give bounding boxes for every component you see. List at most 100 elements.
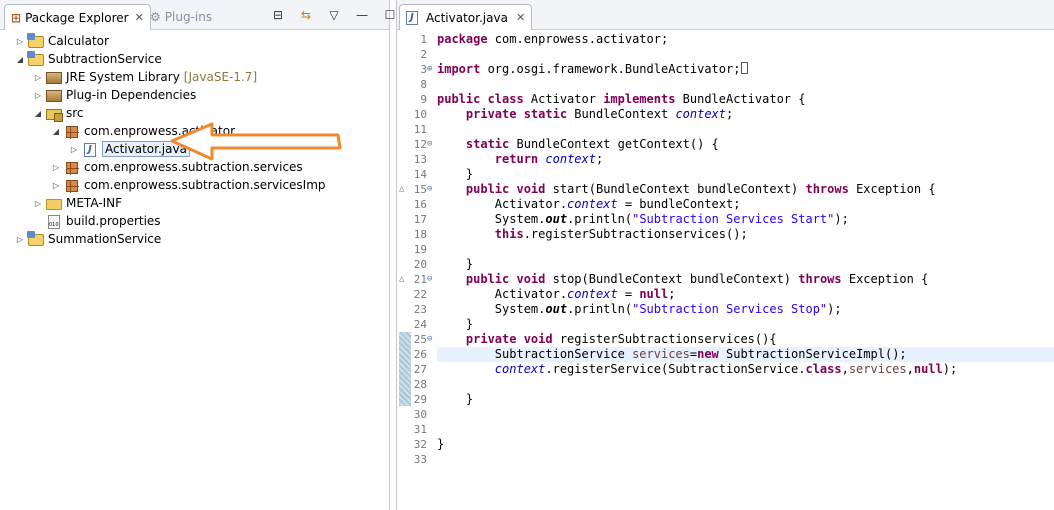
tree-item[interactable]: ◢ SubtractionService bbox=[14, 50, 162, 68]
tree-item[interactable]: ◢ src bbox=[32, 104, 84, 122]
source-folder-icon bbox=[46, 109, 63, 122]
minimize-icon[interactable]: — bbox=[354, 7, 370, 23]
code-line[interactable]: private static BundleContext context; bbox=[437, 107, 1054, 122]
tree-item[interactable]: ▷ JRE System Library [JavaSE-1.7] bbox=[32, 68, 257, 86]
line-number: 25 bbox=[413, 333, 427, 346]
properties-file-icon bbox=[48, 214, 60, 229]
tab-plug-ins[interactable]: ⚙ Plug-ins bbox=[144, 4, 218, 30]
code-line[interactable]: private void registerSubtractionservices… bbox=[437, 332, 1054, 347]
close-icon[interactable]: ✕ bbox=[135, 11, 144, 24]
code-line[interactable]: } bbox=[437, 257, 1054, 272]
code-line[interactable]: SubtractionService services=new Subtract… bbox=[437, 347, 1054, 362]
tree-item-label: JRE System Library bbox=[66, 70, 180, 84]
code-line[interactable]: } bbox=[437, 437, 1054, 452]
collapse-fold-icon[interactable]: ⊖ bbox=[427, 334, 432, 344]
code-line[interactable]: context.registerService(SubtractionServi… bbox=[437, 362, 1054, 377]
collapsed-twisty-icon[interactable]: ▷ bbox=[32, 197, 44, 209]
collapse-fold-icon[interactable]: ⊖ bbox=[427, 184, 432, 194]
tree-item[interactable]: ▷ Plug-in Dependencies bbox=[32, 86, 196, 104]
line-number: 27 bbox=[413, 363, 427, 376]
view-menu-chevron-down-icon[interactable]: ▽ bbox=[326, 7, 342, 23]
tree-item-label: com.enprowess.subtraction.servicesImp bbox=[84, 178, 326, 192]
code-line[interactable]: System.out.println("Subtraction Services… bbox=[437, 212, 1054, 227]
code-line[interactable]: System.out.println("Subtraction Services… bbox=[437, 302, 1054, 317]
code-line[interactable] bbox=[437, 77, 1054, 92]
code-line[interactable]: this.registerSubtractionservices(); bbox=[437, 227, 1054, 242]
line-number-gutter: 1 2 3 ⊕ 8 9 10 11 12 ⊖ 13 14 15 ⊖ △ 16 17 18 19 20 21 ⊖ △ 22 23 2… bbox=[397, 30, 435, 510]
collapse-fold-icon[interactable]: ⊖ bbox=[427, 274, 432, 284]
tree-item-label: src bbox=[66, 106, 84, 120]
code-line[interactable]: return context; bbox=[437, 152, 1054, 167]
line-number: 3 bbox=[420, 63, 427, 76]
code-area[interactable]: 1 2 3 ⊕ 8 9 10 11 12 ⊖ 13 14 15 ⊖ △ 16 17 18 19 20 21 ⊖ △ 22 23 2… bbox=[397, 30, 1054, 510]
line-number: 31 bbox=[413, 423, 427, 436]
collapsed-twisty-icon[interactable]: ▷ bbox=[32, 89, 44, 101]
collapse-all-icon[interactable]: ⊟ bbox=[270, 7, 286, 23]
code-line[interactable]: import org.osgi.framework.BundleActivato… bbox=[437, 62, 1054, 77]
tree-item[interactable]: ▷ META-INF bbox=[32, 194, 122, 212]
line-number: 20 bbox=[413, 258, 427, 271]
collapse-fold-icon[interactable]: ⊖ bbox=[427, 139, 432, 149]
line-number: 11 bbox=[413, 123, 427, 136]
collapsed-twisty-icon bbox=[32, 215, 44, 227]
project-icon bbox=[27, 231, 44, 246]
java-editor: J Activator.java ✕ 1 2 3 ⊕ 8 9 10 11 12 ⊖ 13 14 15 ⊖ △… bbox=[396, 0, 1054, 510]
close-icon[interactable]: ✕ bbox=[516, 11, 525, 24]
code-line[interactable]: public void stop(BundleContext bundleCon… bbox=[437, 272, 1054, 287]
package-explorer-view: ⊞ Package Explorer ✕ ⚙ Plug-ins ⊟ ⇆ ▽ — … bbox=[0, 0, 395, 510]
collapsed-twisty-icon[interactable]: ▷ bbox=[32, 71, 44, 83]
line-number: 17 bbox=[413, 213, 427, 226]
tree-item-label: META-INF bbox=[66, 196, 123, 210]
tree-item-decoration: [JavaSE-1.7] bbox=[183, 70, 258, 84]
code-line[interactable]: public class Activator implements Bundle… bbox=[437, 92, 1054, 107]
expanded-twisty-icon[interactable]: ◢ bbox=[32, 107, 44, 119]
tree-item[interactable]: ▷ Calculator bbox=[14, 32, 109, 50]
code-line[interactable] bbox=[437, 407, 1054, 422]
editor-tab-activator-java[interactable]: J Activator.java ✕ bbox=[399, 4, 533, 30]
line-number: 23 bbox=[413, 303, 427, 316]
override-indicator-icon: △ bbox=[399, 184, 405, 194]
code-line[interactable] bbox=[437, 242, 1054, 257]
code-line[interactable]: static BundleContext getContext() { bbox=[437, 137, 1054, 152]
plug-in-icon: ⚙ bbox=[150, 10, 161, 24]
line-number: 1 bbox=[420, 33, 427, 46]
line-number: 12 bbox=[413, 138, 427, 151]
code-line[interactable] bbox=[437, 422, 1054, 437]
tab-plug-ins-label: Plug-ins bbox=[164, 10, 213, 24]
collapsed-twisty-icon[interactable]: ▷ bbox=[68, 143, 80, 155]
line-number: 22 bbox=[413, 288, 427, 301]
code-line[interactable]: } bbox=[437, 167, 1054, 182]
code-line[interactable] bbox=[437, 122, 1054, 137]
line-number: 26 bbox=[413, 348, 427, 361]
line-number: 32 bbox=[413, 438, 427, 451]
collapsed-twisty-icon[interactable]: ▷ bbox=[14, 35, 26, 47]
code-line[interactable] bbox=[437, 47, 1054, 62]
package-icon bbox=[66, 126, 79, 139]
expanded-twisty-icon[interactable]: ◢ bbox=[50, 125, 62, 137]
line-number: 16 bbox=[413, 198, 427, 211]
code-line[interactable]: Activator.context = bundleContext; bbox=[437, 197, 1054, 212]
expanded-twisty-icon[interactable]: ◢ bbox=[14, 53, 26, 65]
link-with-editor-icon[interactable]: ⇆ bbox=[298, 7, 314, 23]
tree-item[interactable]: ▷ com.enprowess.subtraction.servicesImp bbox=[50, 176, 326, 194]
code-line[interactable] bbox=[437, 452, 1054, 467]
collapsed-twisty-icon[interactable]: ▷ bbox=[50, 161, 62, 173]
code-line[interactable]: Activator.context = null; bbox=[437, 287, 1054, 302]
project-icon bbox=[27, 51, 44, 66]
code-line[interactable] bbox=[437, 377, 1054, 392]
line-number: 14 bbox=[413, 168, 427, 181]
package-icon bbox=[66, 180, 79, 193]
expand-fold-icon[interactable]: ⊕ bbox=[427, 64, 432, 74]
package-icon bbox=[66, 162, 79, 175]
collapsed-twisty-icon[interactable]: ▷ bbox=[50, 179, 62, 191]
tree-item-label: SummationService bbox=[48, 232, 162, 246]
code-line[interactable]: package com.enprowess.activator; bbox=[437, 32, 1054, 47]
tree-item[interactable]: build.properties bbox=[32, 212, 161, 230]
code-line[interactable]: } bbox=[437, 317, 1054, 332]
java-file-icon: J bbox=[406, 10, 418, 25]
code-line[interactable]: public void start(BundleContext bundleCo… bbox=[437, 182, 1054, 197]
tree-item[interactable]: ▷ SummationService bbox=[14, 230, 161, 248]
tab-package-explorer[interactable]: ⊞ Package Explorer ✕ bbox=[4, 4, 151, 30]
collapsed-twisty-icon[interactable]: ▷ bbox=[14, 233, 26, 245]
code-line[interactable]: } bbox=[437, 392, 1054, 407]
